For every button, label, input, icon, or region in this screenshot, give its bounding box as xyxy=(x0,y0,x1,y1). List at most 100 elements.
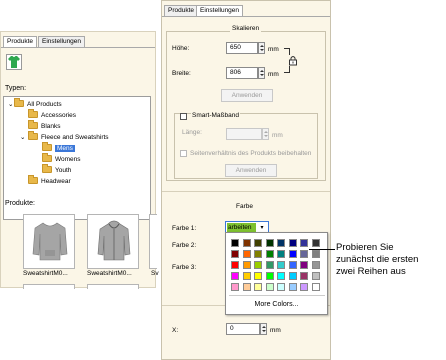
color-swatch[interactable] xyxy=(265,272,274,280)
color-swatch[interactable] xyxy=(288,283,297,291)
height-label: Höhe: xyxy=(172,45,190,52)
width-spinner[interactable] xyxy=(258,67,265,79)
color-swatch[interactable] xyxy=(265,250,274,258)
color-swatch[interactable] xyxy=(265,239,274,247)
product-thumbnail[interactable] xyxy=(87,284,139,289)
width-input[interactable]: 806 xyxy=(226,67,258,79)
product-label: Sv xyxy=(151,270,159,277)
x-input[interactable]: 0 xyxy=(226,323,260,335)
color-swatch[interactable] xyxy=(231,283,239,291)
color3-label: Farbe 3: xyxy=(172,264,197,271)
color-swatch[interactable] xyxy=(231,261,239,269)
length-unit: mm xyxy=(272,132,283,139)
color-swatch[interactable] xyxy=(277,250,285,258)
color-swatch[interactable] xyxy=(242,250,251,258)
color-swatch[interactable] xyxy=(277,239,285,247)
color-swatch[interactable] xyxy=(254,261,262,269)
lock-icon[interactable] xyxy=(288,55,298,66)
types-label: Typen: xyxy=(5,85,27,92)
color-swatch[interactable] xyxy=(231,239,239,247)
tree-item-label: All Products xyxy=(27,101,62,108)
color-swatch[interactable] xyxy=(300,272,308,280)
scale-apply-button[interactable]: Anwenden xyxy=(221,89,273,102)
tree-item-youth[interactable]: Youth xyxy=(42,164,71,176)
tree-item-all-products[interactable]: ⌄ All Products xyxy=(8,98,62,110)
folder-icon xyxy=(28,131,38,140)
folder-icon xyxy=(28,175,38,184)
tree-item-headwear[interactable]: Headwear xyxy=(28,175,71,187)
x-spinner[interactable] xyxy=(260,323,267,335)
tree-item-label: Accessories xyxy=(41,112,77,119)
color-swatch[interactable] xyxy=(300,283,308,291)
smart-apply-button[interactable]: Anwenden xyxy=(225,164,277,177)
folder-icon xyxy=(42,153,52,162)
color-swatch[interactable] xyxy=(254,272,262,280)
product-thumbnail[interactable] xyxy=(23,214,75,269)
color-swatch[interactable] xyxy=(265,261,274,269)
length-input[interactable] xyxy=(226,128,262,140)
x-unit: mm xyxy=(270,327,281,334)
height-spinner[interactable] xyxy=(258,42,265,54)
smart-measure-checkbox[interactable] xyxy=(180,113,187,120)
callout-text: Probieren Sie zunächst die ersten zwei R… xyxy=(336,242,418,278)
color-swatch[interactable] xyxy=(288,239,297,247)
folder-icon xyxy=(42,164,52,173)
color-swatch[interactable] xyxy=(265,283,274,291)
folder-icon xyxy=(28,120,38,129)
length-spinner[interactable] xyxy=(262,128,269,140)
color-swatch[interactable] xyxy=(288,261,297,269)
color-swatch[interactable] xyxy=(254,250,262,258)
tree-item-label: Blanks xyxy=(41,123,61,130)
keep-ratio-checkbox[interactable] xyxy=(180,150,187,157)
color-swatch[interactable] xyxy=(311,261,320,269)
color-swatch[interactable] xyxy=(231,272,239,280)
tab-einstellungen[interactable]: Einstellungen xyxy=(196,5,244,16)
folder-icon xyxy=(42,142,52,151)
tab-einstellungen[interactable]: Einstellungen xyxy=(38,36,86,47)
smart-measure-label: Smart-Maßband xyxy=(191,112,240,119)
color-swatch[interactable] xyxy=(311,272,320,280)
tree-item-fleece[interactable]: ⌄ Fleece and Sweatshirts xyxy=(20,131,109,143)
color-swatch[interactable] xyxy=(242,239,251,247)
color-swatch[interactable] xyxy=(277,283,285,291)
tab-produkte[interactable]: Produkte xyxy=(164,5,199,16)
color-swatch[interactable] xyxy=(277,261,285,269)
color-swatch[interactable] xyxy=(300,239,308,247)
product-thumbnail[interactable] xyxy=(87,214,139,269)
color-swatch[interactable] xyxy=(242,272,251,280)
callout-line-3: zwei Reihen aus xyxy=(336,266,406,277)
tab-produkte[interactable]: Produkte xyxy=(3,36,38,47)
color-swatch[interactable] xyxy=(242,283,251,291)
product-thumbnail[interactable] xyxy=(149,214,157,269)
tshirt-button[interactable] xyxy=(6,54,22,70)
collapse-icon[interactable]: ⌄ xyxy=(20,132,28,143)
color-swatch[interactable] xyxy=(288,250,297,258)
height-unit: mm xyxy=(268,46,279,53)
color-swatch[interactable] xyxy=(311,250,320,258)
palette-divider xyxy=(229,295,325,296)
height-input[interactable]: 650 xyxy=(226,42,258,54)
color-swatch[interactable] xyxy=(242,261,251,269)
color-swatch[interactable] xyxy=(311,239,320,247)
color-swatch[interactable] xyxy=(254,283,262,291)
color-title: Farbe xyxy=(236,203,253,210)
product-thumbnail[interactable] xyxy=(23,284,75,289)
folder-icon xyxy=(14,98,24,107)
products-label: Produkte: xyxy=(5,200,35,207)
color-swatch[interactable] xyxy=(277,272,285,280)
color-swatch[interactable] xyxy=(231,250,239,258)
color-swatch[interactable] xyxy=(311,283,320,291)
more-colors-button[interactable]: More Colors... xyxy=(226,301,327,308)
tab-divider xyxy=(162,16,330,17)
color1-label: Farbe 1: xyxy=(172,225,197,232)
callout-line-2: zunächst die ersten xyxy=(336,254,419,265)
keep-ratio-label: Seitenverhältnis des Produkts beibehalte… xyxy=(190,150,312,157)
tree-item-accessories[interactable]: Accessories xyxy=(28,109,77,121)
color-swatch[interactable] xyxy=(300,261,308,269)
product-label: SweatshirtM0... xyxy=(23,270,68,277)
callout-line-1: Probieren Sie xyxy=(336,242,394,253)
product-label: SweatshirtM0... xyxy=(87,270,132,277)
color-swatch[interactable] xyxy=(254,239,262,247)
color-swatch[interactable] xyxy=(300,250,308,258)
color-swatch[interactable] xyxy=(288,272,297,280)
